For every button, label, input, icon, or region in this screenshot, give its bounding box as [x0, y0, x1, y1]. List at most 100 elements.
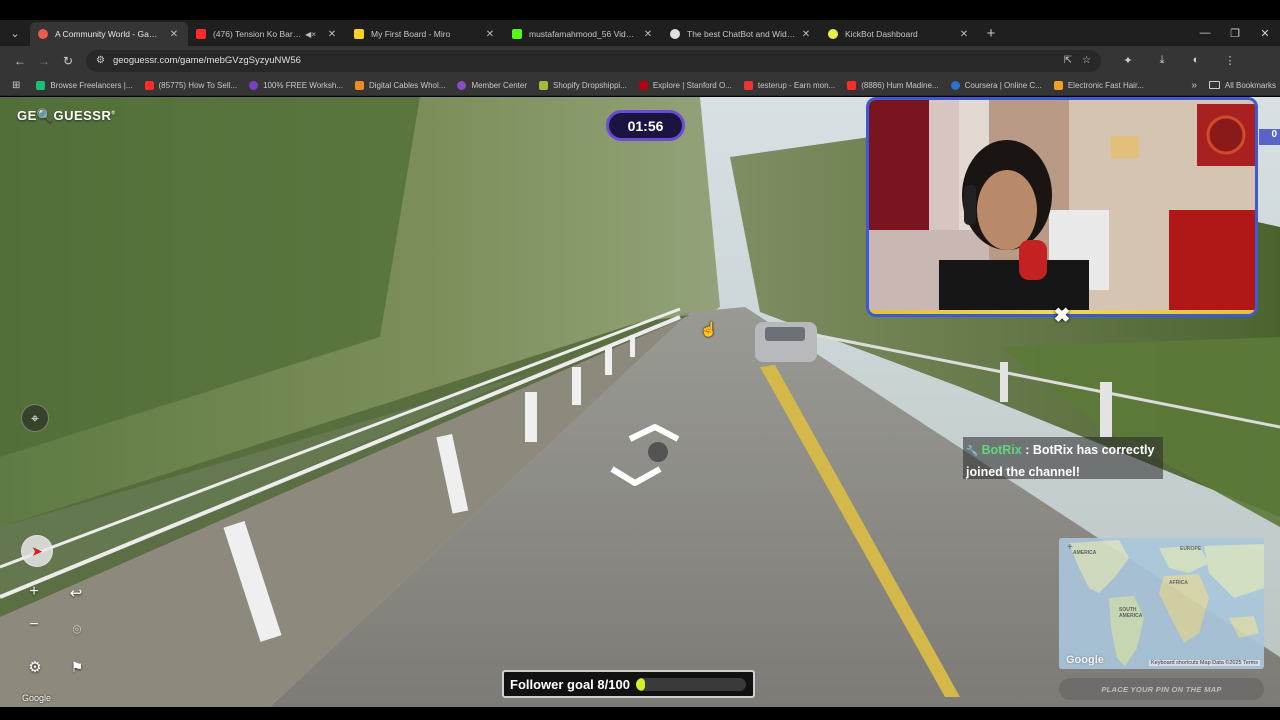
bookmark-favicon-icon — [457, 80, 467, 90]
geoguessr-logo[interactable]: GE🔍GUESSR® — [17, 108, 116, 124]
return-to-start-flag-icon[interactable]: ⚑ — [66, 656, 88, 678]
bookmark-item[interactable]: (8886) Hum Madine... — [847, 80, 939, 90]
restore-icon[interactable]: ❐ — [1220, 27, 1250, 40]
bookmark-item[interactable]: Shopify Dropshippi... — [539, 80, 627, 90]
bookmark-item[interactable]: Digital Cables Whol... — [354, 80, 445, 90]
bookmark-item[interactable]: Browse Freelancers |... — [36, 80, 133, 90]
back-arrow-icon[interactable]: ← — [8, 54, 32, 68]
close-icon[interactable]: ✕ — [800, 29, 812, 40]
tab-geoguessr[interactable]: A Community World - Game - G ✕ — [30, 22, 188, 46]
tab-title: KickBot Dashboard — [845, 29, 918, 39]
tab-title: A Community World - Game - G — [55, 29, 164, 39]
window-close-icon[interactable]: ✕ — [1250, 27, 1280, 40]
bookmark-star-icon[interactable]: ☆ — [1082, 55, 1091, 66]
bookmark-item[interactable]: (85775) How To Sell... — [144, 80, 237, 90]
hand-pointer-icon: ☝ — [700, 321, 718, 337]
browser-toolbar: ← → ↻ ⚙ geoguessr.com/game/mebGVzgSyzyuN… — [0, 46, 1280, 75]
bookmark-item[interactable]: Member Center — [457, 80, 527, 90]
letterbox-top — [0, 0, 1280, 20]
follower-goal-progress-fill — [635, 677, 645, 691]
checkpoint-pin-icon[interactable]: ⌾ — [66, 618, 88, 640]
close-icon[interactable]: ✕ — [484, 29, 496, 40]
all-bookmarks-button[interactable]: All Bookmarks — [1208, 81, 1276, 90]
tab-title: My First Board - Miro — [371, 29, 451, 39]
close-icon[interactable]: ✖ — [1051, 305, 1073, 327]
reload-icon[interactable]: ↻ — [56, 54, 80, 68]
tab-title: mustafamahmood_56 Videos - — [529, 29, 638, 39]
set-location-pin-icon[interactable]: ⌖ — [21, 404, 49, 432]
bookmark-favicon-icon — [638, 80, 648, 90]
kick-favicon-icon — [512, 29, 522, 39]
bookmark-favicon-icon — [847, 80, 857, 90]
street-view-panorama[interactable]: GE🔍GUESSR® 01:56 ☝ 0 ✖ 🔧 BotRix: BotRix… — [0, 97, 1280, 707]
zoom-in-icon[interactable]: + — [24, 582, 44, 602]
github-favicon-icon — [670, 29, 680, 39]
bookmark-item[interactable]: 100% FREE Worksh... — [249, 80, 343, 90]
apps-grid-icon[interactable]: ⊞ — [12, 80, 20, 91]
site-info-icon[interactable]: ⚙ — [96, 55, 105, 66]
bookmark-item[interactable]: Coursera | Online C... — [950, 80, 1042, 90]
bookmark-favicon-icon — [743, 80, 753, 90]
map-label: SOUTH AMERICA — [1119, 607, 1143, 619]
compass-icon[interactable]: ➤ — [21, 535, 53, 567]
map-zoom-in-icon[interactable]: + — [1067, 542, 1073, 553]
folder-icon — [1208, 81, 1220, 89]
tab-kick[interactable]: mustafamahmood_56 Videos - ✕ — [504, 22, 662, 46]
tab-kickbot[interactable]: KickBot Dashboard ✕ — [820, 22, 978, 46]
tab-title: (476) Tension Ko Bardasht K — [213, 29, 305, 39]
install-app-icon[interactable]: ⇱ — [1064, 55, 1072, 66]
geoguessr-favicon-icon — [38, 29, 48, 39]
chat-username: BotRix — [981, 443, 1022, 457]
follower-goal-progress-bar — [635, 677, 746, 691]
guess-minimap[interactable]: + AMERICA EUROPE AFRICA SOUTH AMERICA Go… — [1059, 538, 1264, 669]
map-label: EUROPE — [1180, 546, 1202, 552]
bookmark-favicon-icon — [144, 80, 154, 90]
webcam-scene — [869, 100, 1255, 314]
zoom-out-icon[interactable]: − — [24, 615, 44, 635]
minimize-icon[interactable]: — — [1190, 27, 1220, 40]
map-attribution[interactable]: Keyboard shortcuts Map Data ©2025 Terms — [1149, 660, 1260, 666]
menu-kebab-icon[interactable]: ⋮ — [1213, 54, 1247, 67]
bookmarks-bar: ⊞ Browse Freelancers |... (85775) How To… — [0, 75, 1280, 96]
bookmark-item[interactable]: Electronic Fast Hair... — [1053, 80, 1144, 90]
webcam-overlay — [866, 97, 1258, 317]
bookmark-favicon-icon — [354, 80, 364, 90]
tab-miro[interactable]: My First Board - Miro ✕ — [346, 22, 504, 46]
follower-goal-widget: Follower goal 8/100 — [502, 670, 755, 698]
screen: ⌄ A Community World - Game - G ✕ (476) T… — [0, 0, 1280, 720]
map-google-brand: Google — [1066, 654, 1104, 666]
address-bar[interactable]: ⚙ geoguessr.com/game/mebGVzgSyzyuNW56 ⇱ … — [86, 49, 1101, 72]
profile-icon[interactable]: ◐ — [1179, 54, 1213, 67]
tab-youtube[interactable]: (476) Tension Ko Bardasht K ◀× ✕ — [188, 22, 346, 46]
bookmark-favicon-icon — [950, 80, 960, 90]
tab-strip: ⌄ A Community World - Game - G ✕ (476) T… — [0, 20, 1280, 46]
map-label: AFRICA — [1169, 580, 1188, 586]
extensions-puzzle-icon[interactable]: ✦ — [1111, 54, 1145, 67]
google-watermark: Google — [22, 693, 52, 703]
bookmark-item[interactable]: testerup - Earn mon... — [743, 80, 835, 90]
close-icon[interactable]: ✕ — [642, 29, 654, 40]
window-controls: — ❐ ✕ — [1190, 27, 1280, 40]
tab-search-chevron-icon[interactable]: ⌄ — [0, 20, 30, 46]
url-text: geoguessr.com/game/mebGVzgSyzyuNW56 — [112, 55, 301, 66]
speaker-muted-icon[interactable]: ◀× — [305, 30, 316, 39]
world-map — [1059, 538, 1264, 669]
pegman-shadow — [648, 442, 668, 462]
place-pin-button[interactable]: PLACE YOUR PIN ON THE MAP — [1059, 678, 1264, 700]
close-icon[interactable]: ✕ — [168, 29, 180, 40]
close-icon[interactable]: ✕ — [958, 29, 970, 40]
close-icon[interactable]: ✕ — [326, 29, 338, 40]
bookmark-item[interactable]: Explore | Stanford O... — [638, 80, 732, 90]
letterbox-bottom — [0, 707, 1280, 720]
bookmark-favicon-icon — [1053, 80, 1063, 90]
toolbar-right: ✦ ⤓ ◐ ⋮ — [1111, 54, 1247, 67]
new-tab-plus-icon[interactable]: + — [978, 25, 1004, 42]
settings-gear-icon[interactable]: ⚙ — [24, 656, 46, 678]
more-bookmarks-chevron-icon[interactable]: » — [1191, 80, 1197, 91]
miro-favicon-icon — [354, 29, 364, 39]
forward-arrow-icon[interactable]: → — [32, 54, 56, 68]
undo-move-icon[interactable]: ↩ — [65, 582, 87, 604]
moderator-wrench-icon: 🔧 — [966, 446, 979, 457]
download-icon[interactable]: ⤓ — [1145, 54, 1179, 67]
tab-chatbot[interactable]: The best ChatBot and Widgets ✕ — [662, 22, 820, 46]
